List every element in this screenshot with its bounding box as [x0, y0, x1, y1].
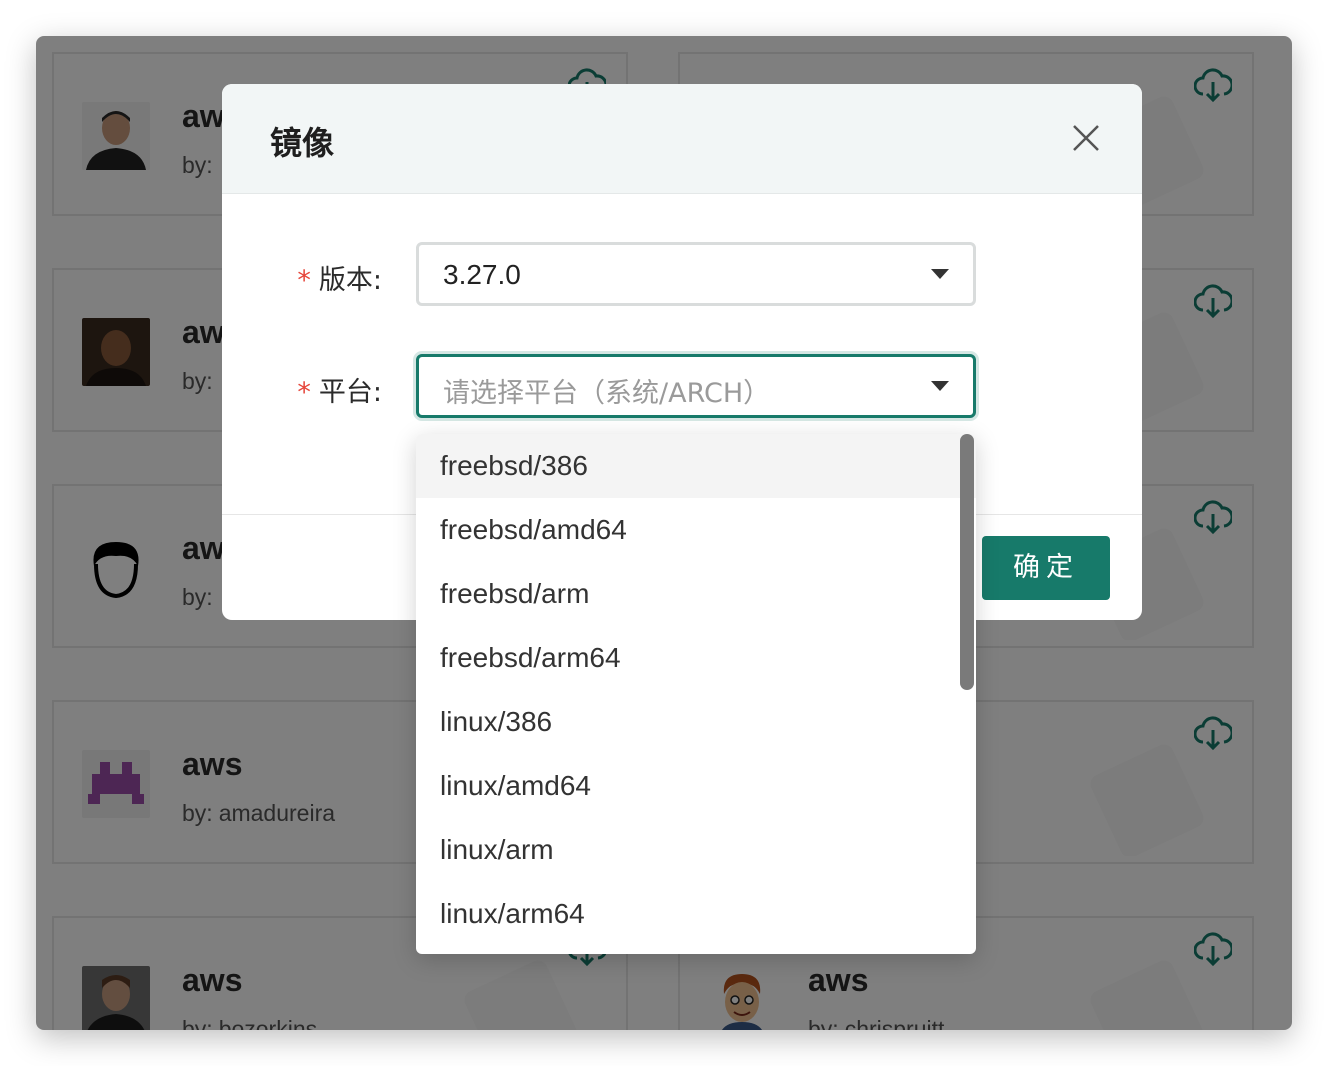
dropdown-scrollbar[interactable]	[960, 434, 974, 690]
platform-option[interactable]: freebsd/amd64	[416, 498, 976, 562]
caret-down-icon	[931, 269, 949, 279]
modal-header: 镜像	[222, 84, 1142, 194]
platform-option[interactable]: linux/arm	[416, 818, 976, 882]
platform-dropdown[interactable]: freebsd/386 freebsd/amd64 freebsd/arm fr…	[416, 434, 976, 954]
close-icon[interactable]	[1070, 122, 1102, 154]
version-label: * 版本:	[297, 258, 382, 297]
platform-option[interactable]: freebsd/386	[416, 434, 976, 498]
version-value: 3.27.0	[443, 259, 521, 290]
required-mark: *	[297, 377, 311, 408]
required-mark: *	[297, 265, 311, 296]
platform-label-text: 平台:	[318, 377, 382, 408]
platform-label: * 平台:	[297, 370, 382, 409]
version-select[interactable]: 3.27.0	[416, 242, 976, 306]
version-row: * 版本: 3.27.0	[222, 242, 1142, 306]
platform-select[interactable]: 请选择平台（系统/ARCH）	[416, 354, 976, 418]
ok-button[interactable]: 确定	[982, 536, 1110, 600]
platform-option[interactable]: freebsd/arm	[416, 562, 976, 626]
platform-row: * 平台: 请选择平台（系统/ARCH）	[222, 354, 1142, 418]
modal-title: 镜像	[270, 124, 335, 162]
platform-option[interactable]: linux/amd64	[416, 754, 976, 818]
platform-placeholder: 请选择平台（系统/ARCH）	[443, 378, 771, 409]
platform-option[interactable]: freebsd/arm64	[416, 626, 976, 690]
version-label-text: 版本:	[318, 265, 382, 296]
caret-down-icon	[931, 381, 949, 391]
platform-option[interactable]: linux/386	[416, 690, 976, 754]
platform-option[interactable]: linux/arm64	[416, 882, 976, 946]
